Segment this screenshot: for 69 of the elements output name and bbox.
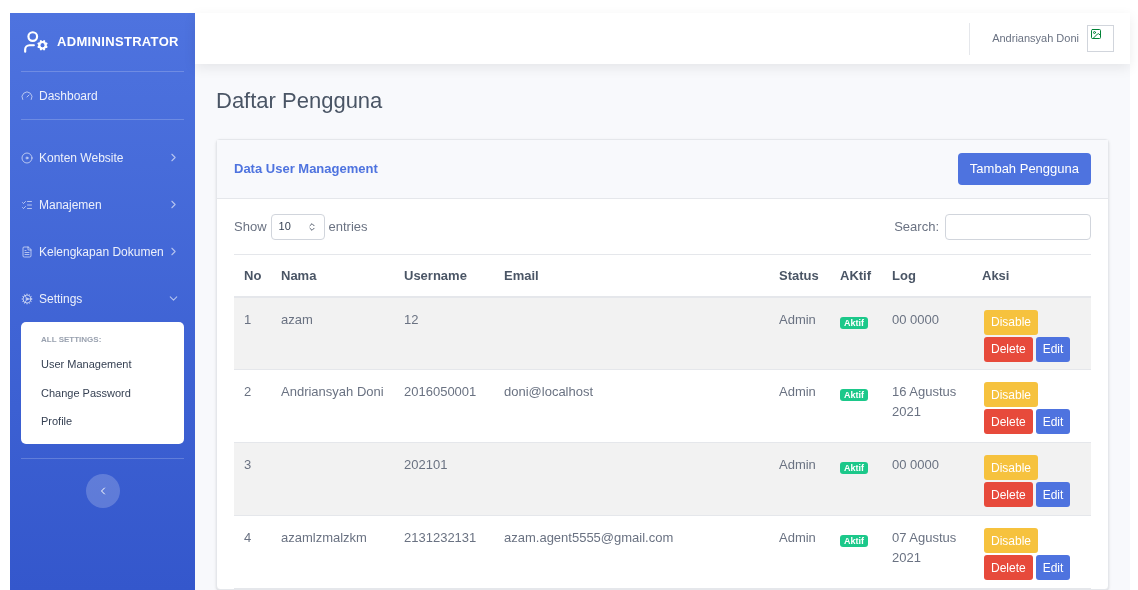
entries-select[interactable]: 10 [270,213,325,240]
user-gear-icon [23,29,49,55]
submenu-heading: ALL SETTINGS: [40,334,103,346]
column-header: Nama [271,254,394,297]
sidebar-item[interactable]: Settings [21,275,184,322]
delete-button[interactable]: Delete [984,555,1033,580]
search-label: Search: [894,217,939,236]
table-cell: doni@localhost [504,384,594,399]
broken-image-icon [1087,25,1114,52]
column-header: Aksi [972,254,1091,297]
edit-button[interactable]: Edit [1035,409,1071,434]
table-cell: Admin [779,457,816,472]
delete-button[interactable]: Delete [984,336,1033,362]
table-cell: 12 [404,311,419,327]
column-header: AKtif [830,254,882,297]
table-cell: azam.agent5555@gmail.com [504,530,674,545]
table-cell: Admin [779,311,816,327]
show-label: Show [234,217,267,236]
edit-button[interactable]: Edit [1035,555,1071,580]
table-cell: 2016050001 [404,384,477,399]
column-header: Email [494,254,769,297]
page-title: Daftar Pengguna [216,87,384,115]
active-badge: Aktif [840,389,868,401]
table-cell: azamlzmalzkm [281,530,367,545]
gauge-icon [21,89,33,102]
table-cell: 2131232131 [404,530,477,545]
sidebar-item[interactable]: Konten Website [21,134,184,181]
document-icon [21,245,33,258]
column-header: Log [882,254,972,297]
brand-title: ADMININSTRATOR [57,33,179,52]
add-user-button[interactable]: Tambah Pengguna [957,153,1091,185]
active-badge: Aktif [840,316,868,329]
sidebar-toggle-button[interactable] [85,473,120,508]
table-cell: Andriansyah Doni [281,384,384,399]
column-header: No [234,254,271,297]
column-header: Username [394,254,494,297]
entries-label: entries [328,217,368,236]
table-cell: Admin [779,384,816,399]
submenu-item[interactable]: User Management [21,350,184,379]
sidebar-item[interactable]: Dashboard [21,72,184,119]
active-badge: Aktif [840,535,868,547]
sidebar-item[interactable]: Manajemen [21,181,184,228]
table-cell: azam [281,311,313,327]
table-cell: 4 [244,530,252,545]
up-down-icon [306,221,317,232]
table-cell: 00 0000 [892,311,939,327]
delete-button[interactable]: Delete [984,482,1033,507]
submenu-item[interactable]: Change Password [21,378,184,407]
search-field[interactable] [945,213,1091,240]
table-cell: 16 Agustus 2021 [892,384,957,419]
table-cell: 07 Agustus 2021 [892,530,957,565]
checklist-icon [21,198,33,211]
column-header: Status [769,254,830,297]
edit-button[interactable]: Edit [1035,336,1071,362]
active-badge: Aktif [840,462,868,474]
user-name[interactable]: Andriansyah Doni [992,30,1079,47]
delete-button[interactable]: Delete [984,409,1033,434]
table-cell: 2 [244,384,252,399]
gear-icon [21,292,33,305]
disc-icon [21,151,33,164]
table-cell: 202101 [404,457,448,472]
table-cell: 3 [244,457,252,472]
table-cell: 00 0000 [892,457,939,472]
sidebar-item[interactable]: Kelengkapan Dokumen [21,228,184,275]
table-cell: Admin [779,530,816,545]
card-title: Data User Management [234,160,378,179]
edit-button[interactable]: Edit [1035,482,1071,507]
submenu-item[interactable]: Profile [21,407,184,436]
table-cell: 1 [244,311,252,327]
